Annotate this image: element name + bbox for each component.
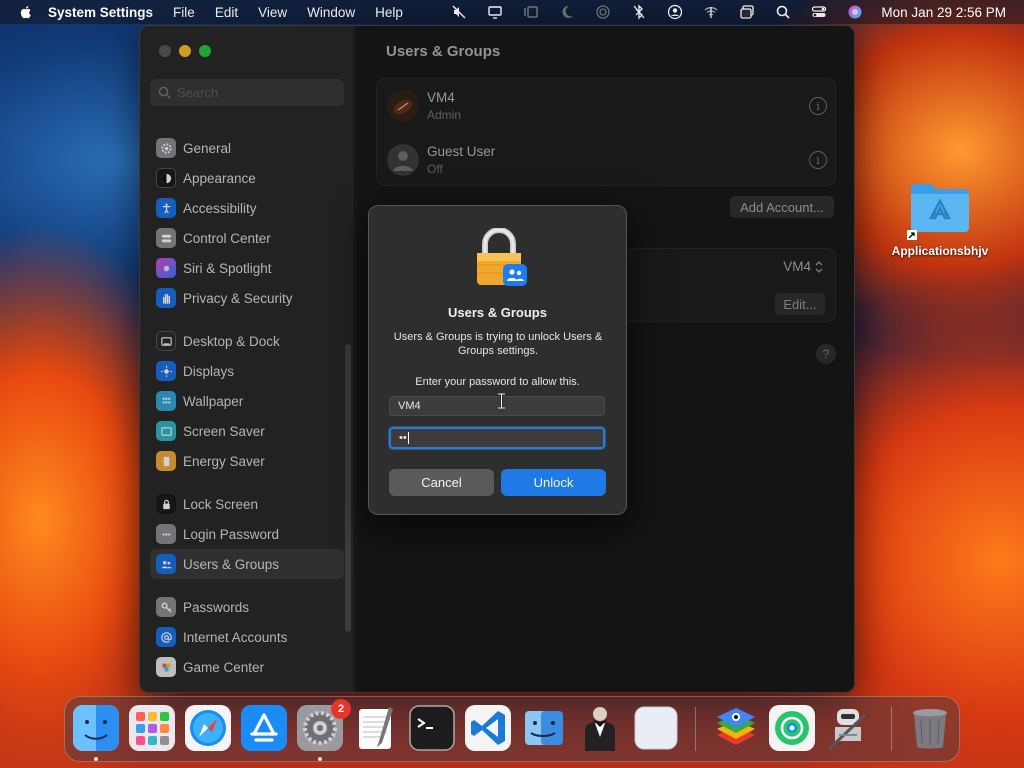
spotlight-search-icon[interactable] — [765, 0, 801, 24]
display-mirror-icon[interactable] — [477, 0, 513, 24]
safari-icon — [185, 705, 231, 751]
dialog-prompt: Enter your password to allow this. — [415, 376, 580, 388]
dock-bluestacks[interactable] — [713, 705, 759, 751]
dock-finder[interactable] — [73, 705, 119, 751]
dock-textedit[interactable] — [353, 705, 399, 751]
apple-menu-icon[interactable] — [18, 4, 34, 20]
bluetooth-off-icon[interactable] — [621, 0, 657, 24]
siri-icon[interactable] — [837, 0, 873, 24]
text-caret — [407, 432, 409, 444]
dock-bartender[interactable] — [577, 705, 623, 751]
textedit-icon — [359, 707, 393, 749]
app-menu[interactable]: System Settings — [48, 5, 153, 20]
airdrop-icon[interactable] — [585, 0, 621, 24]
findmy-icon — [769, 705, 815, 751]
dock-launchpad[interactable] — [129, 705, 175, 751]
dock-blank-app[interactable] — [633, 705, 679, 751]
ibeam-cursor-icon — [498, 393, 505, 409]
menu-bar-clock[interactable]: Mon Jan 29 2:56 PM — [881, 5, 1006, 20]
notification-badge: 2 — [331, 699, 351, 719]
unlock-button[interactable]: Unlock — [501, 469, 606, 496]
blank-app-icon — [634, 706, 678, 750]
dock-vscode[interactable] — [465, 705, 511, 751]
user-account-icon[interactable] — [657, 0, 693, 24]
mute-icon[interactable] — [441, 0, 477, 24]
username-value: VM4 — [398, 400, 421, 412]
trash-icon — [913, 709, 947, 749]
padlock-icon — [473, 227, 529, 288]
finder-icon — [73, 705, 119, 751]
password-mask: •• — [399, 432, 407, 444]
running-indicator — [94, 757, 98, 761]
screen-icon[interactable] — [729, 0, 765, 24]
menu-window[interactable]: Window — [307, 5, 355, 20]
unlock-dialog: Users & Groups Users & Groups is trying … — [368, 205, 627, 515]
running-indicator — [318, 757, 322, 761]
dock-trash[interactable] — [907, 705, 953, 751]
folder-icon — [907, 180, 971, 240]
dock-automator[interactable] — [825, 705, 871, 751]
focus-moon-icon[interactable] — [549, 0, 585, 24]
menu-view[interactable]: View — [258, 5, 287, 20]
dock-safari[interactable] — [185, 705, 231, 751]
dock: 2 — [64, 696, 960, 762]
dock-separator — [891, 707, 892, 751]
vscode-icon — [465, 705, 511, 751]
dock-system-settings[interactable]: 2 — [297, 699, 351, 751]
terminal-icon — [409, 705, 455, 751]
bartender-icon — [585, 707, 615, 751]
dock-terminal[interactable] — [409, 705, 455, 751]
app-store-icon — [241, 705, 287, 751]
password-field[interactable]: •• — [389, 427, 605, 449]
cancel-button[interactable]: Cancel — [389, 469, 494, 496]
launchpad-icon — [129, 705, 175, 751]
menu-file[interactable]: File — [173, 5, 195, 20]
desktop-folder[interactable]: Applicationsbhjv — [886, 180, 994, 258]
menu-bar: System Settings File Edit View Window He… — [0, 0, 1024, 24]
dock-findmy[interactable] — [769, 705, 815, 751]
control-center-icon[interactable] — [801, 0, 837, 24]
dock-separator — [695, 707, 696, 751]
sidebar-dim-overlay — [140, 26, 354, 692]
menu-help[interactable]: Help — [375, 5, 403, 20]
dock-app-store[interactable] — [241, 705, 287, 751]
wifi-off-icon[interactable] — [693, 0, 729, 24]
folder-label: Applicationsbhjv — [891, 244, 989, 258]
stage-manager-icon[interactable] — [513, 0, 549, 24]
sidebar: General Appearance Accessibility Control… — [140, 26, 355, 692]
menu-edit[interactable]: Edit — [215, 5, 238, 20]
bluestacks-icon — [717, 708, 755, 745]
dock-migration[interactable] — [521, 705, 567, 751]
automator-icon — [827, 709, 867, 751]
dialog-title: Users & Groups — [448, 305, 547, 320]
alias-arrow-icon — [907, 230, 917, 240]
migration-icon — [525, 711, 563, 745]
dialog-message: Users & Groups is trying to unlock Users… — [393, 331, 603, 357]
